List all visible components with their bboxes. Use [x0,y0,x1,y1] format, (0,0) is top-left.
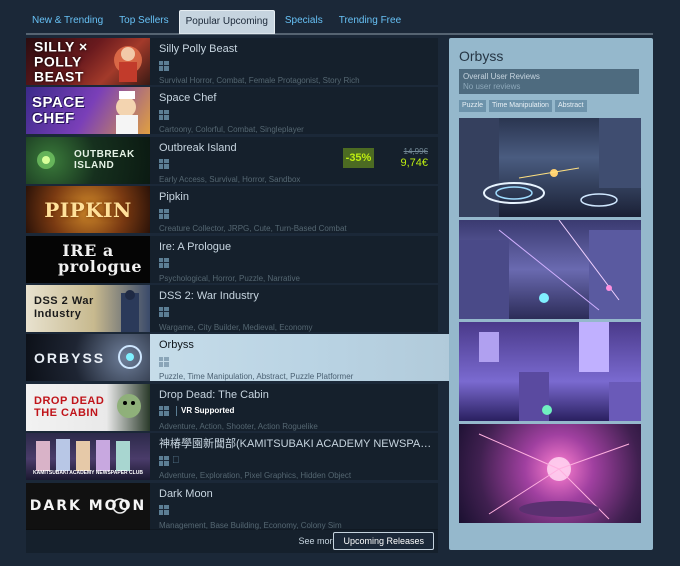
game-tags: Cartoony, Colorful, Combat, Singleplayer [159,125,304,135]
game-tags: Survival Horror, Combat, Female Protagon… [159,76,360,85]
capsule-title: ORBYSS [34,349,106,366]
game-name: 神椿學園新聞部(KAMITSUBAKI ACADEMY NEWSPAPER CL… [159,438,437,451]
capsule-title: SPACE CHEF [32,93,86,127]
game-tags: Early Access, Survival, Horror, Sandbox [159,174,301,184]
windows-icon [159,109,169,120]
windows-icon [159,208,169,219]
game-row-kamitsubaki-academy[interactable]: KAMITSUBAKI ACADEMY NEWSPAPER CLUB 神椿學園新… [26,433,438,481]
game-capsule: SILLY × POLLY BEAST [26,38,150,85]
game-tags: Psychological, Horror, Puzzle, Narrative [159,273,300,283]
capsule-title: DROP DEAD THE CABIN [34,395,105,420]
see-more-bar: See more: Upcoming Releases [26,529,438,553]
capsule-title: IRE a prologue [58,241,143,277]
screenshot-art [459,220,641,319]
vr-supported-badge: VR Supported [176,406,234,417]
review-summary: Overall User Reviews No user reviews [459,69,639,94]
windows-icon [159,307,169,318]
capsule-title: OUTBREAK ISLAND [74,149,135,172]
game-tags: Puzzle, Time Manipulation, Abstract, Puz… [159,372,354,382]
tab-top-sellers[interactable]: Top Sellers [113,10,174,32]
tab-new-trending[interactable]: New & Trending [26,10,109,32]
game-row-drop-dead-the-cabin[interactable]: DROP DEAD THE CABIN Drop Dead: The Cabin… [26,383,438,431]
game-capsule: PIPKIN [26,186,150,234]
capsule-title: KAMITSUBAKI ACADEMY NEWSPAPER CLUB [33,469,143,476]
windows-icon [159,505,169,516]
review-value: No user reviews [463,82,521,91]
preview-tag[interactable]: Abstract [554,100,587,112]
game-capsule: IRE a prologue [26,235,150,283]
preview-tags: Puzzle Time Manipulation Abstract [459,100,587,112]
screenshot-2 [459,220,641,319]
game-capsule: DSS 2 War Industry [26,284,150,332]
capsule-title: DARK MOON [29,498,147,515]
game-name: Dark Moon [159,487,213,500]
final-price: 9,74€ [400,156,428,169]
game-list: SILLY × POLLY BEAST Silly Polly Beast Su… [26,38,450,532]
game-name: Pipkin [159,191,189,204]
game-tags: Wargame, City Builder, Medieval, Economy [159,322,313,332]
game-row-dark-moon[interactable]: DARK MOON Dark Moon Management, Base Bui… [26,482,438,530]
game-row-space-chef[interactable]: SPACE CHEF Space Chef Cartoony, Colorful… [26,87,438,135]
game-capsule: OUTBREAK ISLAND [26,136,150,184]
upcoming-releases-button[interactable]: Upcoming Releases [333,532,434,550]
preview-tag[interactable]: Time Manipulation [489,100,552,112]
screenshot-3 [459,322,641,421]
windows-icon [159,356,169,367]
capsule-title: SILLY × POLLY BEAST [34,38,88,84]
game-name: Silly Polly Beast [159,43,238,55]
screenshot-1 [459,118,641,217]
game-row-silly-polly-beast[interactable]: SILLY × POLLY BEAST Silly Polly Beast Su… [26,38,438,85]
price-block: 14,99€ 9,74€ [400,147,428,169]
game-tags: Creature Collector, JRPG, Cute, Turn-Bas… [159,224,347,234]
screenshot-art [478,433,630,520]
game-name: Ire: A Prologue [159,240,232,253]
screenshot-art [479,322,641,421]
game-capsule: KAMITSUBAKI ACADEMY NEWSPAPER CLUB [26,433,150,481]
apple-icon:  [172,455,180,466]
game-capsule: DROP DEAD THE CABIN [26,383,150,431]
game-capsule: SPACE CHEF [26,87,150,135]
discount-badge: -35% [343,147,374,168]
preview-title: Orbyss [459,48,504,64]
game-name: Outbreak Island [159,141,237,154]
capsule-title: DSS 2 War Industry [34,295,94,321]
tab-specials[interactable]: Specials [279,10,329,32]
windows-icon [159,258,169,269]
game-name: Space Chef [159,92,217,105]
tab-trending-free[interactable]: Trending Free [333,10,407,32]
windows-icon [159,455,169,466]
game-row-orbyss[interactable]: ORBYSS Orbyss Puzzle, Time Manipulation,… [26,334,450,382]
game-name: DSS 2: War Industry [159,289,259,302]
game-tags: Adventure, Action, Shooter, Action Rogue… [159,421,318,431]
original-price: 14,99€ [403,146,428,156]
tab-popular-upcoming[interactable]: Popular Upcoming [178,10,275,34]
tab-bar: New & Trending Top Sellers Popular Upcom… [26,10,407,34]
game-row-dss-2-war-industry[interactable]: DSS 2 War Industry DSS 2: War Industry W… [26,284,438,332]
game-name: Orbyss [159,339,194,352]
review-label: Overall User Reviews [463,72,540,81]
windows-icon [159,406,169,417]
windows-icon [159,159,169,170]
windows-icon [159,60,169,71]
game-row-pipkin[interactable]: PIPKIN Pipkin Creature Collector, JRPG, … [26,186,438,234]
game-preview-panel: Orbyss Overall User Reviews No user revi… [449,38,653,550]
game-capsule: ORBYSS [26,334,150,382]
preview-tag[interactable]: Puzzle [459,100,487,112]
game-row-outbreak-island[interactable]: OUTBREAK ISLAND Outbreak Island Early Ac… [26,136,438,184]
game-capsule: DARK MOON [26,482,150,530]
capsule-title: PIPKIN [44,197,132,222]
game-tags: Adventure, Exploration, Pixel Graphics, … [159,471,352,481]
game-name: Drop Dead: The Cabin [159,388,269,401]
game-row-ire-a-prologue[interactable]: IRE a prologue Ire: A Prologue Psycholog… [26,235,438,283]
screenshot-art [459,118,641,217]
screenshot-4 [459,424,641,523]
tab-underline [26,33,653,35]
